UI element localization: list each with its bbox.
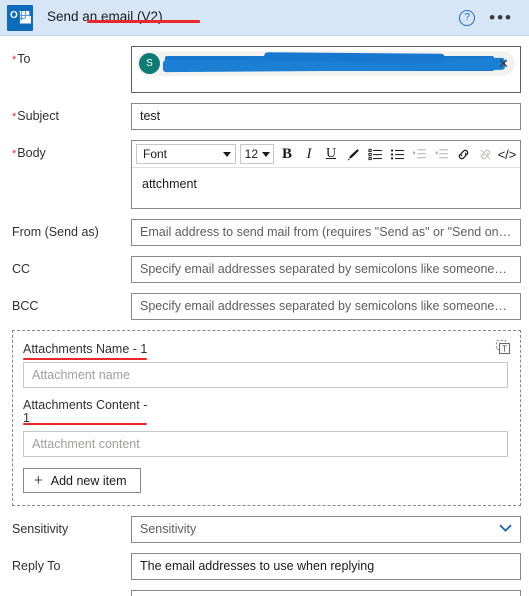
to-input[interactable]: S ✕ [131,46,521,93]
bold-button[interactable]: B [276,143,298,165]
subject-label: *Subject [12,103,131,125]
italic-button[interactable]: I [298,143,320,165]
body-input[interactable]: attchment [132,168,520,208]
redacted-recipient [165,56,495,71]
rich-text-toolbar: Font 12 B I U </> [132,141,520,168]
attachment-name-label: Attachments Name - 1 [23,342,148,360]
reply-to-input[interactable]: The email addresses to use when replying [131,553,521,580]
sensitivity-label: Sensitivity [12,522,69,536]
attachment-name-red-underline [23,357,148,360]
increase-indent-icon [408,143,430,165]
chevron-down-icon [262,151,270,157]
body-label: *Body [12,140,131,162]
attachment-content-label-line2: 1 [23,413,30,422]
sensitivity-select[interactable]: Sensitivity [131,516,521,543]
bcc-input[interactable]: Specify email addresses separated by sem… [131,293,521,320]
help-icon[interactable]: ? [459,9,476,26]
font-family-value: Font [143,147,168,161]
field-row-body: *Body Font 12 B I U </> attchment [0,140,529,209]
decrease-indent-icon [430,143,452,165]
underline-button[interactable]: U [320,143,342,165]
field-row-subject: *Subject test [0,103,529,130]
required-asterisk: * [12,111,17,123]
attachment-content-red-underline [23,422,148,425]
cc-input[interactable]: Specify email addresses separated by sem… [131,256,521,283]
code-view-icon[interactable]: </> [496,143,518,165]
from-label: From (Send as) [12,225,99,239]
insert-link-icon[interactable] [452,143,474,165]
avatar: S [139,53,160,74]
field-row-sensitivity: Sensitivity Sensitivity [0,516,529,543]
remove-recipient-icon[interactable]: ✕ [498,57,509,70]
font-size-dropdown[interactable]: 12 [239,144,274,164]
outlook-icon [7,4,33,31]
attachment-name-input[interactable]: Attachment name [23,362,508,388]
to-label-text: To [17,52,31,66]
importance-label: Importance [12,590,131,596]
field-row-from: From (Send as) Email address to send mai… [0,219,529,246]
plus-icon: + [34,472,43,489]
chevron-down-icon [222,151,231,157]
page-title: Send an email (V2) [47,9,200,26]
bcc-label: BCC [12,299,39,313]
cc-label: CC [12,262,31,276]
bulleted-list-icon[interactable] [364,143,386,165]
attachments-panel: T Attachments Name - 1 Attachment name A… [12,330,521,506]
field-row-cc: CC Specify email addresses separated by … [0,256,529,283]
field-row-to: *To S ✕ [0,46,529,93]
font-size-value: 12 [244,147,258,161]
remove-link-icon [474,143,496,165]
recipient-chip[interactable]: S ✕ [137,51,515,76]
field-row-bcc: BCC Specify email addresses separated by… [0,293,529,320]
numbered-list-icon[interactable] [386,143,408,165]
send-email-form: *To S ✕ *Subject test *Body Font 12 B I … [0,36,529,596]
from-input[interactable]: Email address to send mail from (require… [131,219,521,246]
add-new-item-button[interactable]: + Add new item [23,468,141,493]
add-new-item-label: Add new item [50,473,127,488]
attachment-content-input[interactable]: Attachment content [23,431,508,457]
title-red-underline [87,20,200,23]
highlight-pen-icon[interactable] [342,143,364,165]
attachment-content-label: Attachments Content - 1 [23,398,148,425]
body-rich-text-editor: Font 12 B I U </> attchment [131,140,521,209]
body-label-text: Body [17,146,46,160]
subject-input[interactable]: test [131,103,521,130]
field-row-reply-to: Reply To The email addresses to use when… [0,553,529,580]
switch-to-text-mode-icon[interactable]: T [495,339,511,355]
required-asterisk: * [12,148,17,160]
attachment-content-label-text: Attachments Content - [23,398,148,412]
importance-select[interactable]: Normal [131,590,521,596]
header-actions: ? ••• [459,9,513,26]
required-asterisk: * [12,54,17,66]
field-row-importance: Importance Normal [0,590,529,596]
svg-text:T: T [502,344,507,353]
to-label: *To [12,46,131,68]
reply-to-label: Reply To [12,559,61,573]
more-options-icon[interactable]: ••• [489,9,513,26]
action-card-header: Send an email (V2) ? ••• [0,0,529,36]
subject-label-text: Subject [17,109,59,123]
attachment-name-label-text: Attachments Name - 1 [23,342,148,356]
font-family-dropdown[interactable]: Font [136,144,236,164]
